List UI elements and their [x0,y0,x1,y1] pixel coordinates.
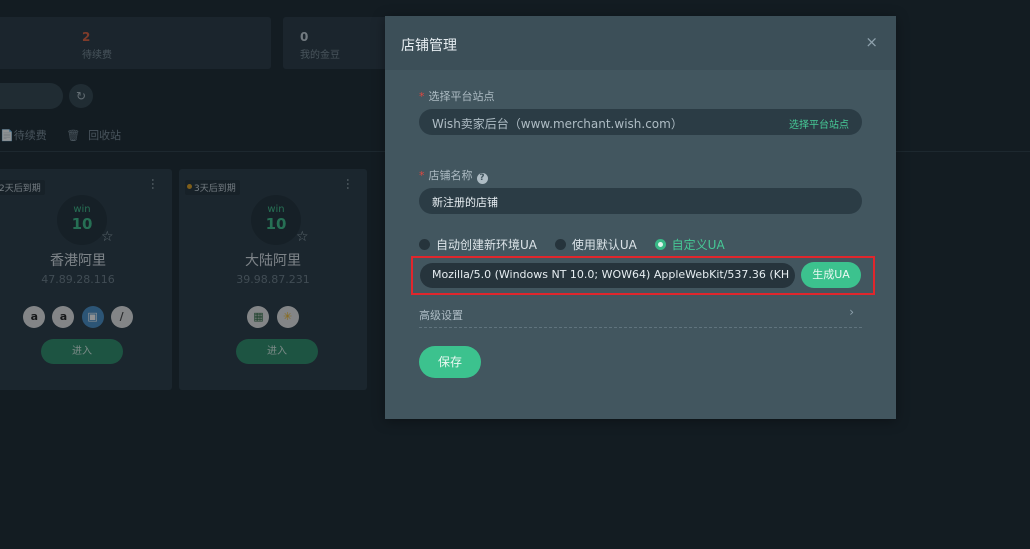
save-button[interactable]: 保存 [419,346,481,378]
platform-value: Wish卖家后台（www.merchant.wish.com） [432,117,683,131]
store-management-dialog: 店铺管理 × * 选择平台站点 Wish卖家后台（www.merchant.wis… [385,16,896,419]
platform-select[interactable]: Wish卖家后台（www.merchant.wish.com） 选择平台站点 [419,109,862,135]
chevron-right-icon: › [849,305,854,319]
ua-mode-radio-group: 自动创建新环境UA 使用默认UA 自定义UA [419,236,739,253]
radio-dot [419,239,430,250]
store-name-value: 新注册的店铺 [432,196,498,209]
platform-label: * 选择平台站点 [419,90,495,103]
dialog-header [385,16,896,70]
radio-custom-ua[interactable]: 自定义UA [654,236,725,253]
store-name-label: * 店铺名称? [419,167,488,184]
generate-ua-button[interactable]: 生成UA [801,262,861,288]
radio-auto-ua[interactable]: 自动创建新环境UA [419,236,537,253]
required-mark: * [419,90,425,103]
store-name-input[interactable]: 新注册的店铺 [419,188,862,214]
advanced-settings-toggle[interactable]: 高级设置 › [419,305,862,328]
required-mark: * [419,169,425,182]
help-icon[interactable]: ? [476,173,488,184]
radio-default-ua[interactable]: 使用默认UA [554,236,637,253]
select-platform-link[interactable]: 选择平台站点 [789,116,849,131]
advanced-settings-label: 高级设置 [419,309,463,322]
dialog-title: 店铺管理 [401,38,457,54]
custom-ua-row-highlight: Mozilla/5.0 (Windows NT 10.0; WOW64) App… [411,256,875,295]
close-icon[interactable]: × [865,33,878,51]
radio-dot [654,239,666,250]
ua-input[interactable]: Mozilla/5.0 (Windows NT 10.0; WOW64) App… [420,263,795,288]
ua-value: Mozilla/5.0 (Windows NT 10.0; WOW64) App… [432,268,790,281]
radio-dot [554,239,566,250]
